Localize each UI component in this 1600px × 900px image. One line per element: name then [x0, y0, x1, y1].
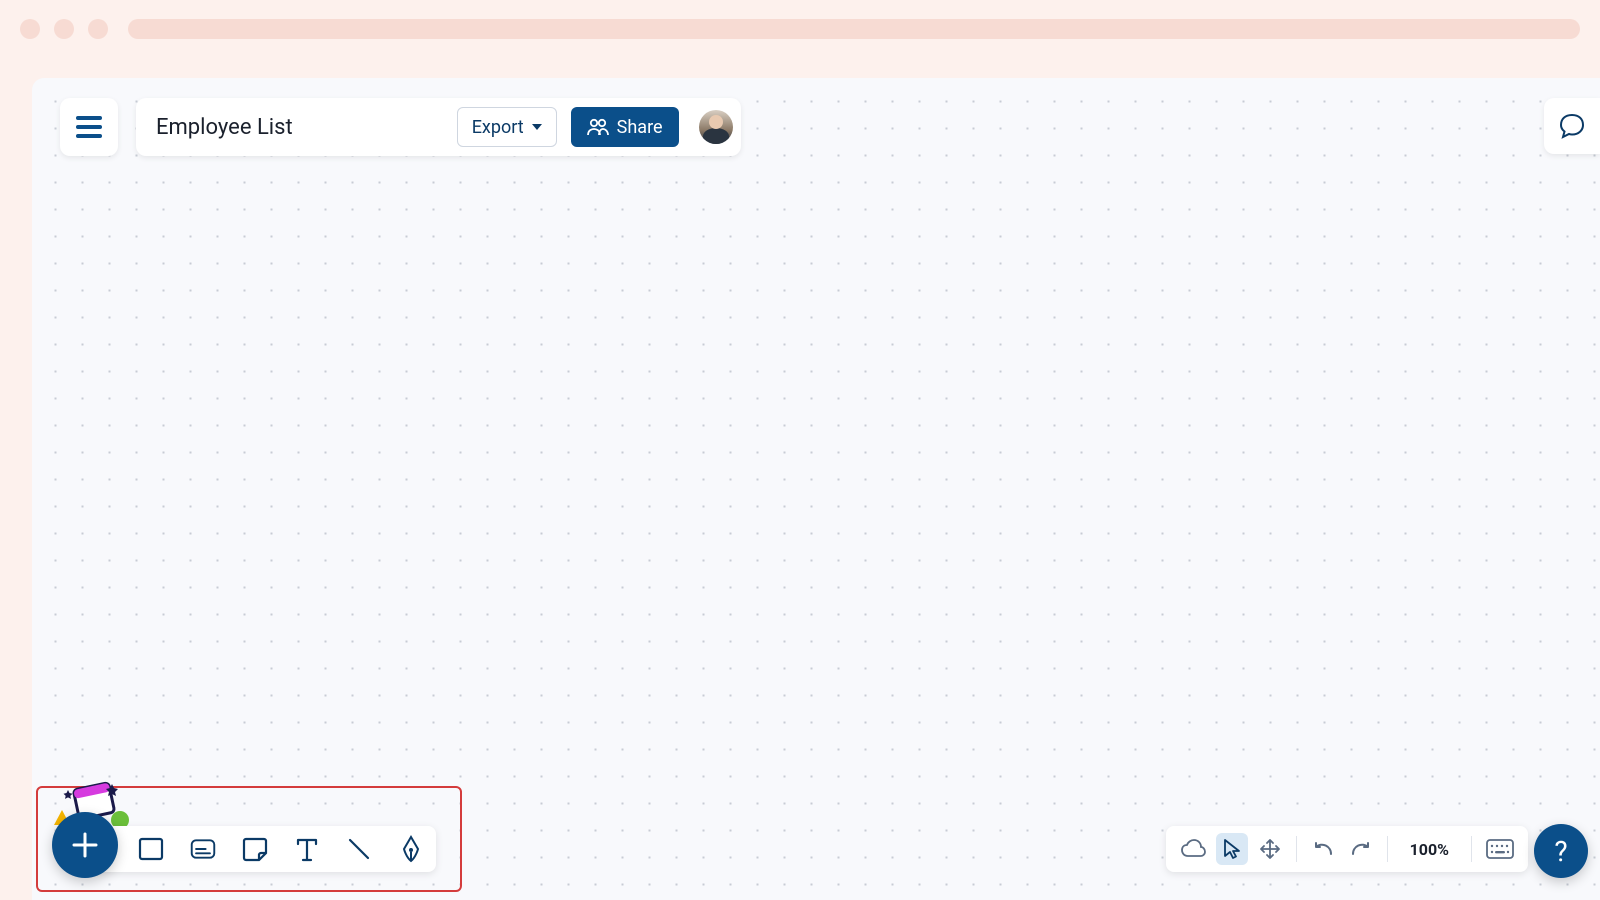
- move-icon: [1259, 838, 1281, 860]
- separator: [1387, 836, 1388, 862]
- sticky-note-tool[interactable]: [242, 836, 268, 862]
- chat-bubble-icon: [1558, 112, 1586, 140]
- line-icon: [346, 836, 372, 862]
- pen-icon: [398, 835, 424, 863]
- text-icon: [296, 836, 318, 862]
- zoom-level[interactable]: 100%: [1398, 833, 1461, 865]
- separator: [1296, 836, 1297, 862]
- undo-icon: [1313, 842, 1333, 856]
- cursor-icon: [1222, 838, 1242, 860]
- cloud-icon: [1180, 839, 1206, 859]
- window-close-icon[interactable]: [20, 19, 40, 39]
- window-controls: [20, 19, 108, 39]
- user-avatar[interactable]: [699, 110, 733, 144]
- card-icon: [190, 837, 216, 861]
- canvas-app[interactable]: Employee List Export Share: [32, 78, 1600, 900]
- pointer-tool[interactable]: [1216, 833, 1248, 865]
- title-card: Employee List Export Share: [136, 98, 741, 156]
- window-minimize-icon[interactable]: [54, 19, 74, 39]
- people-icon: [587, 118, 609, 136]
- document-title[interactable]: Employee List: [156, 115, 443, 140]
- browser-chrome: [0, 0, 1600, 58]
- undo-button[interactable]: [1307, 833, 1339, 865]
- rectangle-icon: [138, 836, 164, 862]
- text-tool[interactable]: [294, 836, 320, 862]
- url-bar[interactable]: [128, 19, 1580, 39]
- separator: [1471, 836, 1472, 862]
- freehand-tool[interactable]: [398, 836, 424, 862]
- plus-icon: [70, 830, 100, 860]
- window-maximize-icon[interactable]: [88, 19, 108, 39]
- shape-toolbar: [94, 826, 436, 872]
- share-label: Share: [617, 117, 663, 138]
- line-tool[interactable]: [346, 836, 372, 862]
- redo-button[interactable]: [1345, 833, 1377, 865]
- share-button[interactable]: Share: [571, 107, 679, 147]
- view-toolbar: 100%: [1166, 826, 1528, 872]
- main-menu-button[interactable]: [60, 98, 118, 156]
- help-button[interactable]: ?: [1534, 824, 1588, 878]
- export-label: Export: [472, 117, 524, 138]
- comments-button[interactable]: [1544, 98, 1600, 154]
- zoom-value: 100%: [1402, 840, 1457, 859]
- sync-status-button[interactable]: [1176, 833, 1210, 865]
- top-bar: Employee List Export Share: [60, 98, 741, 156]
- sticky-note-icon: [242, 836, 268, 862]
- card-tool[interactable]: [190, 836, 216, 862]
- keyboard-shortcuts-button[interactable]: [1482, 833, 1518, 865]
- rectangle-tool[interactable]: [138, 836, 164, 862]
- caret-down-icon: [532, 124, 542, 130]
- pan-tool[interactable]: [1254, 833, 1286, 865]
- hamburger-icon: [76, 116, 102, 138]
- keyboard-icon: [1486, 839, 1514, 859]
- help-icon: ?: [1554, 835, 1567, 868]
- redo-icon: [1351, 842, 1371, 856]
- export-button[interactable]: Export: [457, 107, 557, 147]
- add-button[interactable]: [52, 812, 118, 878]
